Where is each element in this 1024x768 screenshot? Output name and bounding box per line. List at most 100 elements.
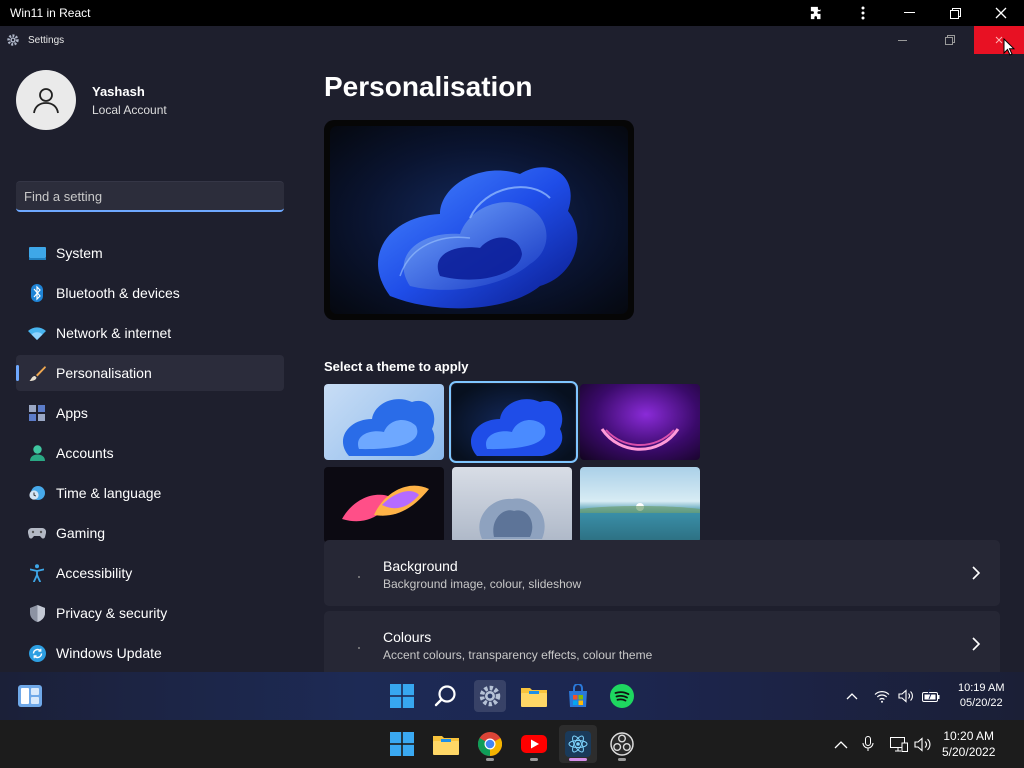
network-monitor-icon[interactable] — [890, 736, 908, 752]
host-time: 10:20 AM — [943, 729, 995, 743]
chevron-up-icon[interactable] — [846, 692, 858, 700]
search-input[interactable] — [24, 188, 276, 204]
extensions-icon[interactable] — [794, 0, 840, 26]
sidebar-item-windows-update[interactable]: Windows Update — [16, 635, 284, 671]
chevron-up-icon[interactable] — [834, 740, 848, 749]
minimize-icon[interactable] — [886, 0, 932, 26]
sidebar-item-personalisation[interactable]: Personalisation — [16, 355, 284, 391]
inner-time: 10:19 AM — [958, 682, 1005, 694]
theme-heading: Select a theme to apply — [324, 359, 469, 374]
settings-maximize-button[interactable] — [926, 26, 974, 54]
card-title: Colours — [383, 629, 432, 645]
profile-name: Yashash — [92, 83, 145, 99]
sidebar-item-system[interactable]: System — [16, 235, 284, 271]
youtube-icon[interactable] — [515, 725, 553, 763]
settings-main: Personalisation Select a theme to apply … — [324, 54, 1024, 672]
settings-window-title: Settings — [28, 34, 65, 46]
wifi-icon[interactable] — [874, 690, 890, 703]
shield-icon — [28, 604, 46, 622]
sidebar-item-label: Network & internet — [56, 325, 172, 341]
gamepad-icon — [28, 524, 46, 542]
mouse-cursor-icon — [1003, 38, 1015, 56]
theme-captured-motion[interactable] — [324, 467, 444, 543]
more-options-icon[interactable] — [840, 0, 886, 26]
file-explorer-icon[interactable] — [518, 680, 550, 712]
theme-glow[interactable] — [580, 384, 700, 460]
volume-icon[interactable] — [914, 736, 932, 752]
battery-icon[interactable] — [922, 689, 940, 703]
host-clock[interactable]: 10:20 AM 5/20/2022 — [942, 728, 995, 760]
sidebar-item-network[interactable]: Network & internet — [16, 315, 284, 351]
theme-windows-dark[interactable] — [449, 381, 578, 463]
host-date: 5/20/2022 — [942, 745, 996, 759]
inner-date: 05/20/22 — [959, 697, 1003, 709]
apps-icon — [28, 404, 46, 422]
sidebar-item-privacy-security[interactable]: Privacy & security — [16, 595, 284, 631]
chrome-icon[interactable] — [471, 725, 509, 763]
inner-clock[interactable]: 10:19 AM 05/20/22 — [958, 681, 1004, 711]
chevron-right-icon — [972, 566, 981, 580]
microphone-icon[interactable] — [862, 736, 874, 752]
sidebar-item-bluetooth[interactable]: Bluetooth & devices — [16, 275, 284, 311]
sidebar-item-label: Personalisation — [56, 365, 152, 381]
update-icon — [28, 644, 46, 662]
settings-sidebar: Yashash Local Account System Bluetooth &… — [0, 54, 300, 672]
desktop-preview — [324, 120, 634, 320]
background-card[interactable]: Background Background image, colour, sli… — [324, 540, 1000, 606]
sidebar-item-label: Time & language — [56, 485, 162, 501]
store-icon[interactable] — [562, 680, 594, 712]
theme-windows-light[interactable] — [324, 384, 444, 460]
sidebar-item-label: Privacy & security — [56, 605, 168, 621]
brush-icon — [28, 364, 46, 382]
theme-grid — [324, 381, 704, 544]
colours-card[interactable]: Colours Accent colours, transparency eff… — [324, 611, 1000, 672]
search-box — [16, 181, 284, 212]
accessibility-icon — [28, 564, 46, 582]
sidebar-item-apps[interactable]: Apps — [16, 395, 284, 431]
sidebar-item-label: Windows Update — [56, 645, 162, 661]
close-icon[interactable] — [978, 0, 1024, 26]
host-react-app-icon[interactable] — [559, 725, 597, 763]
host-start-icon[interactable] — [383, 725, 421, 763]
settings-title-bar: Settings — [0, 26, 1024, 54]
host-file-explorer-icon[interactable] — [427, 725, 465, 763]
sidebar-item-label: Accounts — [56, 445, 114, 461]
settings-taskbar-icon[interactable] — [474, 680, 506, 712]
sidebar-item-time-language[interactable]: Time & language — [16, 475, 284, 511]
settings-minimize-button[interactable] — [878, 26, 926, 54]
obs-icon[interactable] — [603, 725, 641, 763]
user-icon — [33, 88, 59, 114]
browser-title: Win11 in React — [10, 6, 91, 20]
sidebar-item-gaming[interactable]: Gaming — [16, 515, 284, 551]
host-system-tray: 10:20 AM 5/20/2022 — [834, 720, 995, 768]
card-subtitle: Background image, colour, slideshow — [383, 577, 582, 591]
spotify-icon[interactable] — [606, 680, 638, 712]
sidebar-item-label: Gaming — [56, 525, 106, 541]
restore-icon[interactable] — [932, 0, 978, 26]
host-taskbar: 10:20 AM 5/20/2022 — [0, 720, 1024, 768]
screen: Win11 in React Settings Yashash Local Ac… — [0, 0, 1024, 768]
sidebar-item-accessibility[interactable]: Accessibility — [16, 555, 284, 591]
system-icon — [28, 244, 46, 262]
clock-globe-icon — [28, 484, 46, 502]
wifi-icon — [28, 324, 46, 342]
sidebar-item-accounts[interactable]: Accounts — [16, 435, 284, 471]
volume-icon[interactable] — [898, 689, 914, 703]
theme-lake[interactable] — [580, 467, 700, 543]
user-profile[interactable]: Yashash Local Account — [16, 70, 167, 130]
inner-taskbar: 10:19 AM 05/20/22 — [0, 672, 1024, 720]
preview-wallpaper — [330, 126, 628, 314]
inner-system-tray: 10:19 AM 05/20/22 — [846, 672, 1004, 720]
search-icon[interactable] — [430, 680, 462, 712]
theme-sunrise[interactable] — [452, 467, 572, 543]
start-icon[interactable] — [386, 680, 418, 712]
sidebar-item-label: Accessibility — [56, 565, 133, 581]
settings-window: Settings Yashash Local Account Find a se… — [0, 26, 1024, 672]
chevron-right-icon — [972, 637, 981, 651]
settings-close-button[interactable] — [974, 26, 1024, 54]
gear-icon — [7, 34, 19, 46]
sidebar-item-label: Bluetooth & devices — [56, 285, 180, 301]
widgets-icon[interactable] — [14, 680, 46, 712]
card-subtitle: Accent colours, transparency effects, co… — [383, 648, 653, 662]
browser-title-bar: Win11 in React — [0, 0, 1024, 26]
